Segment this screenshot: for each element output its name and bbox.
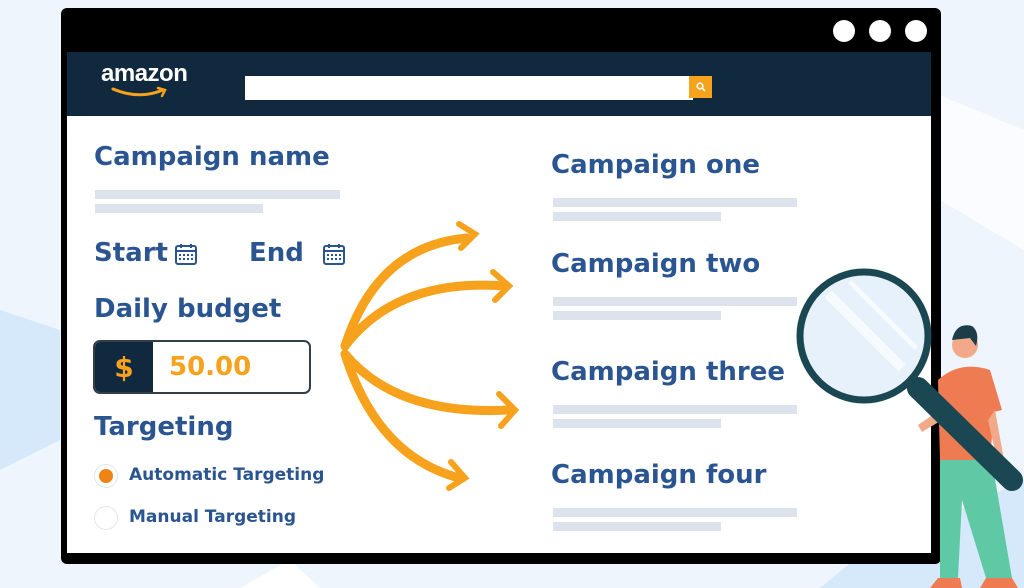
campaign-detail-line <box>553 297 797 306</box>
person-with-magnifier-illustration <box>796 268 1023 588</box>
campaign-title[interactable]: Campaign two <box>551 249 760 279</box>
campaign-name-field[interactable] <box>95 190 340 199</box>
currency-symbol: $ <box>95 342 153 392</box>
start-label: Start <box>94 238 168 268</box>
radio-manual-targeting[interactable] <box>94 506 118 530</box>
search-button[interactable] <box>689 76 712 98</box>
amazon-header: amazon <box>67 52 931 116</box>
campaign-name-label: Campaign name <box>94 142 330 172</box>
manual-targeting-label[interactable]: Manual Targeting <box>129 507 296 527</box>
calendar-icon[interactable] <box>174 242 198 266</box>
campaign-detail-line <box>553 405 797 414</box>
campaign-detail-line <box>553 311 721 320</box>
end-label: End <box>249 238 304 268</box>
targeting-label: Targeting <box>94 412 234 442</box>
amazon-smile-icon <box>111 86 167 98</box>
campaign-title[interactable]: Campaign three <box>551 357 785 387</box>
campaign-detail-line <box>553 198 797 207</box>
window-control-dot[interactable] <box>905 20 927 42</box>
window-control-dot[interactable] <box>869 20 891 42</box>
campaign-title[interactable]: Campaign four <box>551 460 766 490</box>
campaign-detail-line <box>553 522 721 531</box>
search-input[interactable] <box>245 76 693 100</box>
radio-automatic-targeting[interactable] <box>94 464 118 488</box>
campaign-name-field-line <box>95 204 263 213</box>
amazon-arrows-graphic <box>340 221 520 491</box>
campaign-title[interactable]: Campaign one <box>551 150 760 180</box>
search-icon <box>695 82 706 92</box>
campaign-detail-line <box>553 419 721 428</box>
campaign-detail-line <box>553 212 721 221</box>
daily-budget-input[interactable]: $ 50.00 <box>93 340 311 394</box>
window-control-dot[interactable] <box>833 20 855 42</box>
window-controls <box>833 20 927 42</box>
campaign-detail-line <box>553 508 797 517</box>
daily-budget-label: Daily budget <box>94 294 282 324</box>
automatic-targeting-label[interactable]: Automatic Targeting <box>129 465 324 485</box>
budget-value[interactable]: 50.00 <box>153 342 309 392</box>
amazon-logo[interactable]: amazon <box>101 60 188 88</box>
